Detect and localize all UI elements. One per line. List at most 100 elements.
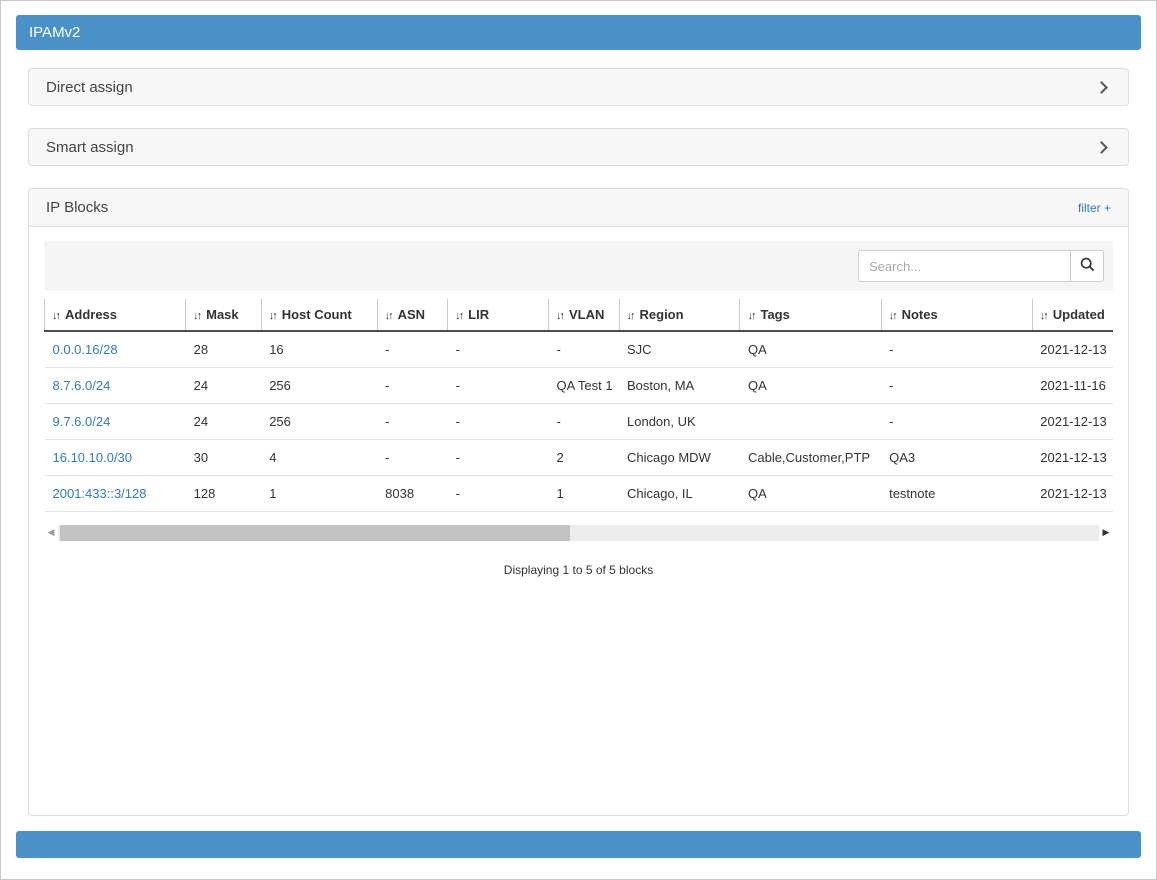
column-label: Updated [1053,307,1105,322]
column-label: Notes [902,307,938,322]
ip-blocks-title: IP Blocks [46,199,108,216]
main-content: Direct assign Smart assign IP Blocks fil… [1,50,1156,816]
cell: - [377,368,448,404]
cell: QA3 [881,440,1032,476]
cell: 128 [186,476,262,512]
cell: QA Test 1 [548,368,619,404]
sort-icon: ↓↑ [455,310,462,322]
cell: Chicago, IL [619,476,740,512]
chevron-right-icon [1095,81,1108,94]
column-header-notes[interactable]: ↓↑Notes [881,299,1032,331]
cell: 2021-12-13 [1032,404,1113,440]
cell: London, UK [619,404,740,440]
table-summary: Displaying 1 to 5 of 5 blocks [44,563,1113,577]
smart-assign-label: Smart assign [46,139,134,156]
column-label: Mask [206,307,239,322]
cell: - [448,404,549,440]
sort-icon: ↓↑ [627,310,634,322]
cell: - [881,404,1032,440]
column-label: Address [65,307,117,322]
cell: 2021-12-13 [1032,476,1113,512]
cell: 256 [261,368,377,404]
cell: - [377,331,448,368]
ip-blocks-body: ↓↑Address↓↑Mask↓↑Host Count↓↑ASN↓↑LIR↓↑V… [29,227,1128,815]
scrollbar-thumb[interactable] [60,525,570,541]
cell: Cable,Customer,PTP [740,440,881,476]
address-link[interactable]: 16.10.10.0/30 [53,450,133,465]
cell: 24 [186,404,262,440]
horizontal-scrollbar[interactable]: ◀ ▶ [44,524,1113,541]
cell: 30 [186,440,262,476]
cell: - [377,440,448,476]
cell: - [548,404,619,440]
cell: 2021-12-13 [1032,440,1113,476]
sort-icon: ↓↑ [52,310,59,322]
column-header-address[interactable]: ↓↑ Address [45,299,186,331]
sort-icon: ↓↑ [747,310,754,322]
column-header-host-count[interactable]: ↓↑ Host Count [261,299,377,331]
ip-blocks-header: IP Blocks filter + [29,189,1128,227]
search-input[interactable] [858,250,1070,282]
cell [740,404,881,440]
column-label: Region [640,307,684,322]
ip-blocks-table-body: 0.0.0.16/282816---SJCQA-2021-12-138.7.6.… [45,331,1114,512]
cell: 1 [548,476,619,512]
cell: - [448,331,549,368]
column-header-vlan[interactable]: ↓↑VLAN [548,299,619,331]
scrollbar-track[interactable] [58,525,1099,541]
column-label: LIR [468,307,489,322]
cell: testnote [881,476,1032,512]
cell: QA [740,331,881,368]
column-label: Host Count [282,307,352,322]
address-link[interactable]: 0.0.0.16/28 [53,342,118,357]
address-link[interactable]: 9.7.6.0/24 [53,414,111,429]
table-row: 9.7.6.0/2424256---London, UK-2021-12-13 [45,404,1114,440]
column-header-tags[interactable]: ↓↑ Tags [740,299,881,331]
address-cell: 8.7.6.0/24 [45,368,186,404]
column-header-mask[interactable]: ↓↑ Mask [186,299,262,331]
column-label: ASN [398,307,425,322]
table-row: 2001:433::3/12812818038-1Chicago, ILQAte… [45,476,1114,512]
scroll-right-arrow[interactable]: ▶ [1099,524,1113,541]
sort-icon: ↓↑ [193,310,200,322]
cell: 16 [261,331,377,368]
cell: 4 [261,440,377,476]
column-header-lir[interactable]: ↓↑ LIR [448,299,549,331]
cell: SJC [619,331,740,368]
table-toolbar [44,241,1113,291]
cell: Chicago MDW [619,440,740,476]
app-header-bar: IPAMv2 [16,15,1141,50]
app-footer-bar [16,831,1141,858]
column-label: Tags [760,307,789,322]
cell: 2 [548,440,619,476]
direct-assign-panel[interactable]: Direct assign [28,68,1129,106]
column-header-region[interactable]: ↓↑ Region [619,299,740,331]
smart-assign-panel[interactable]: Smart assign [28,128,1129,166]
cell: 24 [186,368,262,404]
app-title: IPAMv2 [29,24,80,41]
cell: 1 [261,476,377,512]
cell: 2021-11-16 [1032,368,1113,404]
chevron-right-icon [1095,141,1108,154]
search-button[interactable] [1070,250,1104,282]
search-group [858,250,1104,282]
filter-toggle-link[interactable]: filter + [1078,201,1111,215]
address-cell: 0.0.0.16/28 [45,331,186,368]
address-link[interactable]: 8.7.6.0/24 [53,378,111,393]
address-cell: 9.7.6.0/24 [45,404,186,440]
scroll-left-arrow[interactable]: ◀ [44,524,58,541]
sort-icon: ↓↑ [269,310,276,322]
column-header-asn[interactable]: ↓↑ASN [377,299,448,331]
column-header-updated[interactable]: ↓↑Updated [1032,299,1113,331]
cell: - [448,368,549,404]
cell: - [448,440,549,476]
cell: 28 [186,331,262,368]
search-icon [1080,257,1095,275]
ip-blocks-table: ↓↑Address↓↑Mask↓↑Host Count↓↑ASN↓↑LIR↓↑V… [44,299,1113,512]
address-link[interactable]: 2001:433::3/128 [53,486,147,501]
address-cell: 2001:433::3/128 [45,476,186,512]
cell: 8038 [377,476,448,512]
cell: 2021-12-13 [1032,331,1113,368]
cell: - [448,476,549,512]
cell: Boston, MA [619,368,740,404]
